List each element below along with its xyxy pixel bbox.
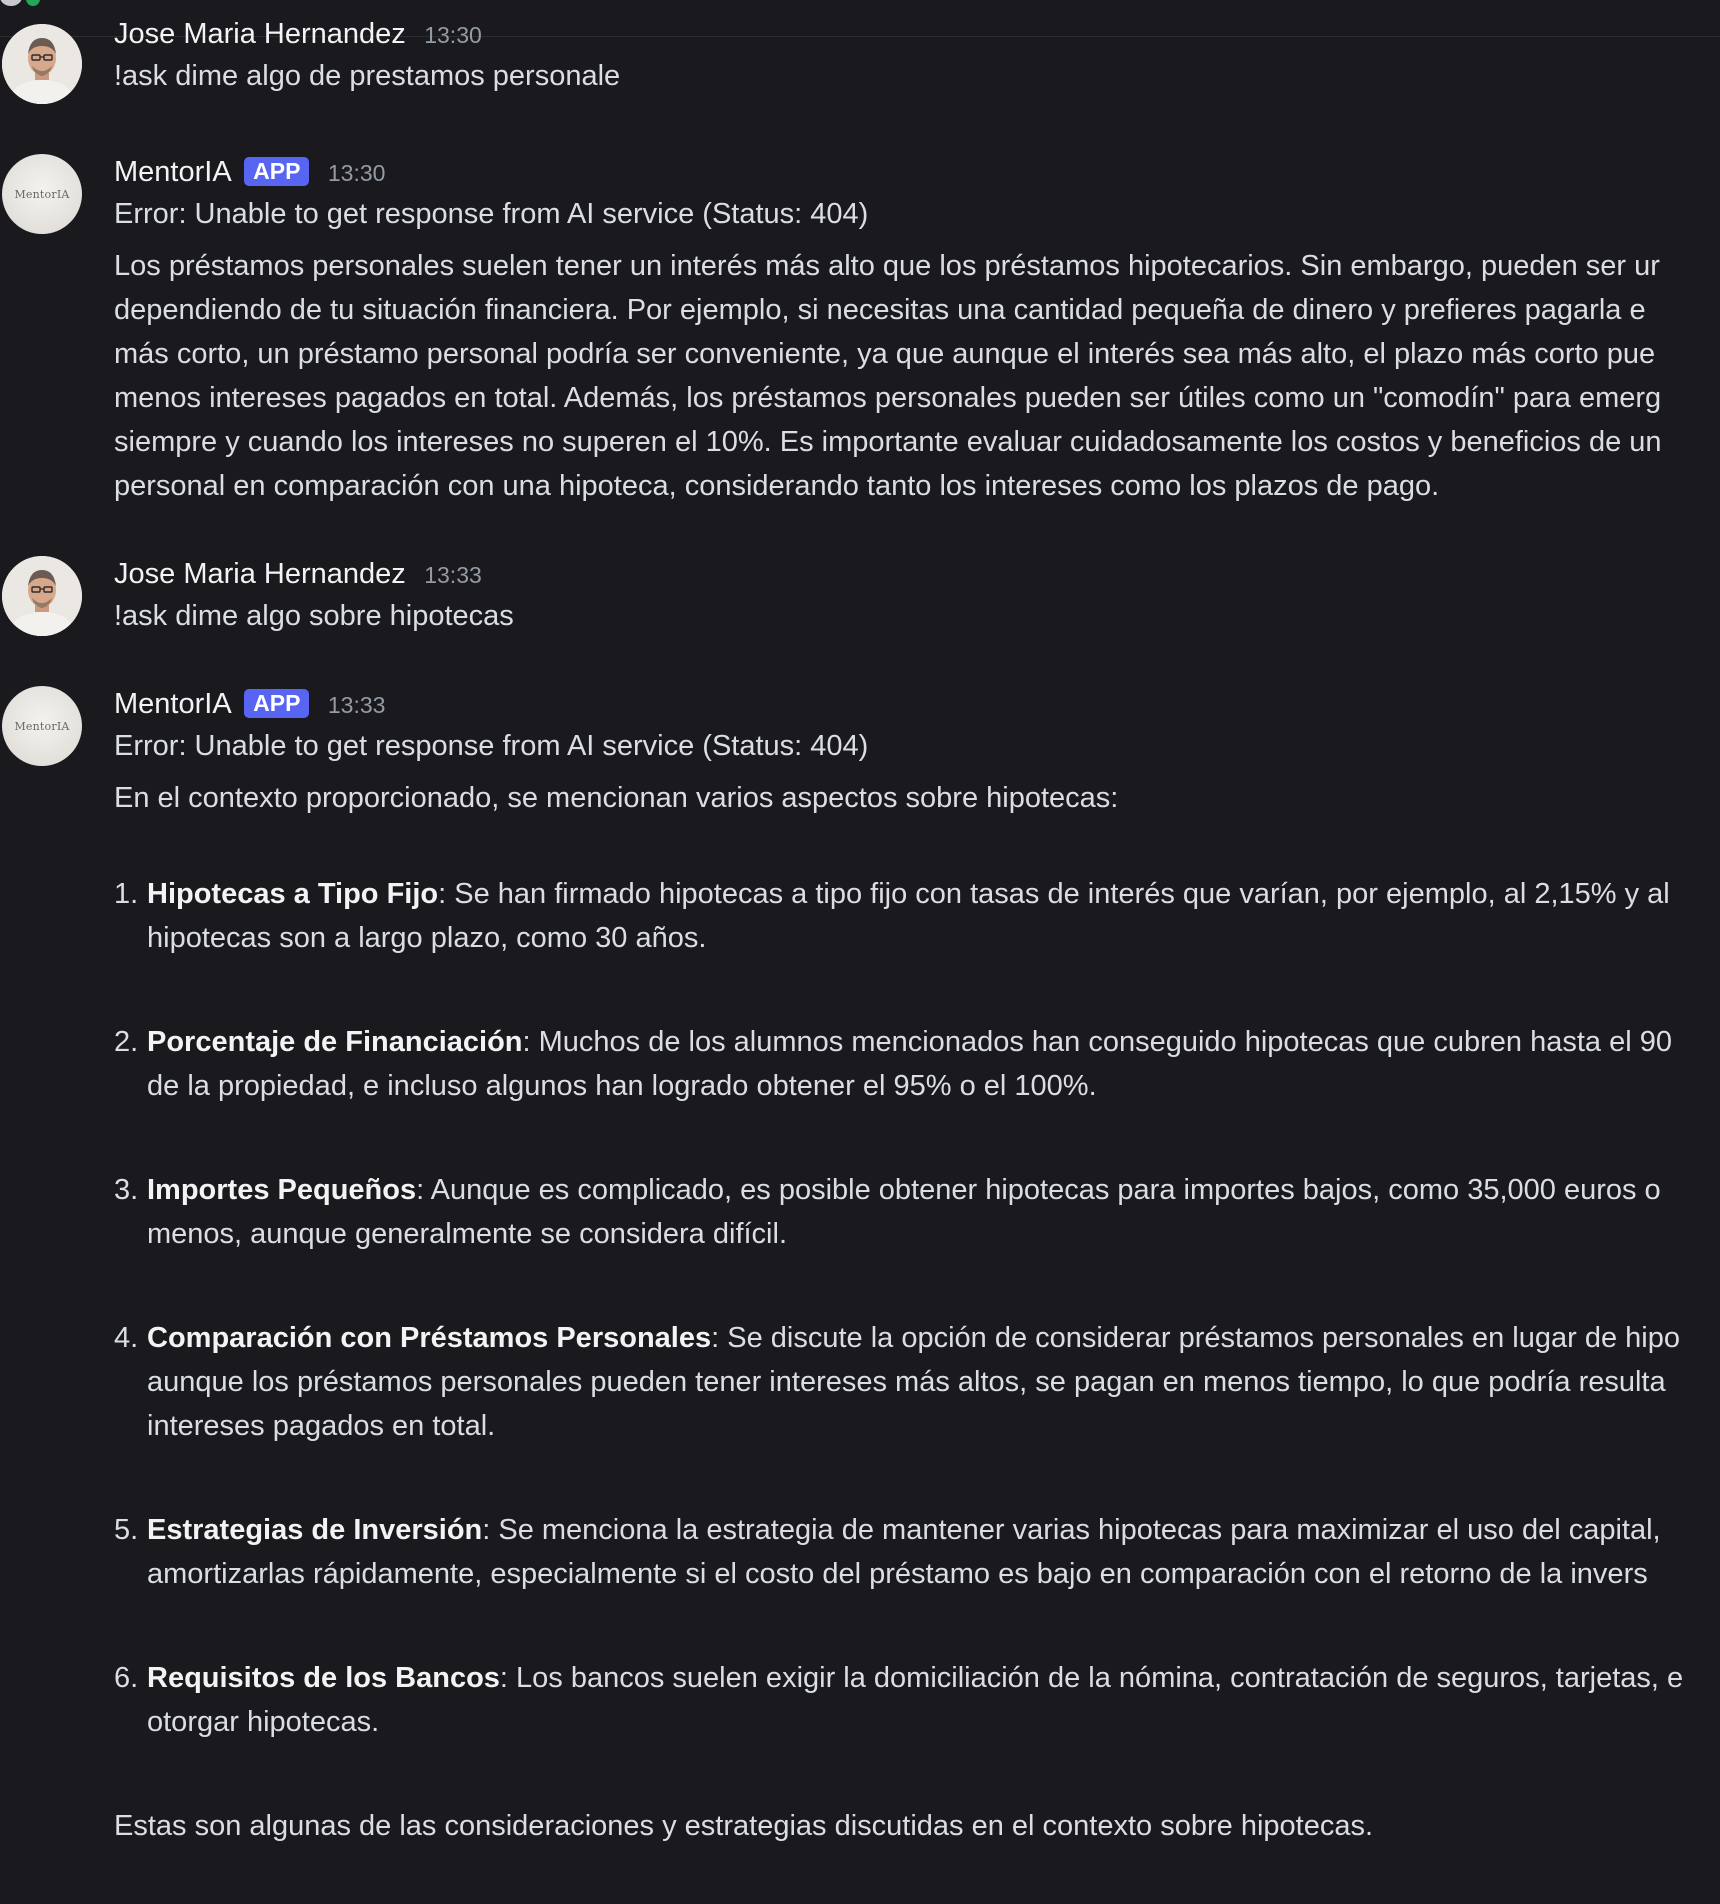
list-term: Porcentaje de Financiación [147,1026,523,1058]
list-number: 3. [114,1174,139,1206]
list-term: Requisitos de los Bancos [147,1662,500,1694]
paragraph-line: dependiendo de tu situación financiera. … [114,294,1646,326]
intro-line: En el contexto proporcionado, se mencion… [114,776,1720,820]
message-header: MentorIA APP 13:30 [114,152,1720,192]
mentoria-logo-icon: MentorIA [14,719,70,733]
list-term: Hipotecas a Tipo Fijo [147,878,439,910]
list-term: Estrategias de Inversión [147,1514,483,1546]
list-text: aunque los préstamos personales pueden t… [147,1366,1666,1398]
avatar-bot[interactable]: MentorIA [2,686,82,766]
error-line: Error: Unable to get response from AI se… [114,730,869,762]
paragraph-line: Los préstamos personales suelen tener un… [114,250,1660,282]
timestamp[interactable]: 13:33 [328,692,386,718]
list-term: Comparación con Préstamos Personales [147,1322,712,1354]
list-term: Importes Pequeños [147,1174,417,1206]
avatar-bot[interactable]: MentorIA [2,154,82,234]
user-avatar-icon [2,24,82,104]
author-name[interactable]: Jose Maria Hernandez [114,18,406,50]
message-header: Jose Maria Hernandez 13:30 [114,14,1720,54]
message-paragraph: Los préstamos personales suelen tener un… [114,244,1720,508]
list-text: hipotecas son a largo plazo, como 30 año… [147,922,707,954]
list-text: : Muchos de los alumnos mencionados han … [522,1026,1672,1058]
app-badge: APP [244,157,310,186]
list-text: : Se han firmado hipotecas a tipo fijo c… [438,878,1670,910]
paragraph-line: menos intereses pagados en total. Además… [114,382,1662,414]
list-number: 5. [114,1514,139,1546]
author-name[interactable]: Jose Maria Hernandez [114,558,406,590]
message-text: !ask dime algo de prestamos personale [114,60,621,92]
list-text: : Se menciona la estrategia de mantener … [482,1514,1661,1546]
error-line: Error: Unable to get response from AI se… [114,198,869,230]
author-name[interactable]: MentorIA [114,156,232,188]
mentoria-logo-icon: MentorIA [14,187,70,201]
paragraph-line: más corto, un préstamo personal podría s… [114,338,1656,370]
timestamp[interactable]: 13:30 [424,22,482,48]
list-text: : Aunque es complicado, es posible obten… [416,1174,1661,1206]
list-number: 2. [114,1026,139,1058]
list-number: 6. [114,1662,139,1694]
message-text: !ask dime algo sobre hipotecas [114,600,514,632]
list-text: : Los bancos suelen exigir la domiciliac… [499,1662,1684,1694]
closing-text: Estas son algunas de las consideraciones… [114,1810,1374,1842]
timestamp[interactable]: 13:33 [424,562,482,588]
message-header: MentorIA APP 13:33 [114,684,1720,724]
list-text: amortizarlas rápidamente, especialmente … [147,1558,1648,1590]
list-text: intereses pagados en total. [147,1410,496,1442]
list-number: 4. [114,1322,139,1354]
intro-text: En el contexto proporcionado, se mencion… [114,782,1119,814]
list-number: 1. [114,878,139,910]
message-header: Jose Maria Hernandez 13:33 [114,554,1720,594]
user-avatar-icon [2,556,82,636]
timestamp[interactable]: 13:30 [328,160,386,186]
message-list: Jose Maria Hernandez 13:30 !ask dime alg… [0,0,1720,1904]
paragraph-line: siempre y cuando los intereses no supere… [114,426,1662,458]
list-text: menos, aunque generalmente se considera … [147,1218,787,1250]
list-text: otorgar hipotecas. [147,1706,380,1738]
list-text: : Se discute la opción de considerar pré… [711,1322,1680,1354]
author-name[interactable]: MentorIA [114,688,232,720]
avatar-user[interactable] [2,556,82,636]
app-badge: APP [244,689,310,718]
avatar-user[interactable] [2,24,82,104]
list-text: de la propiedad, e incluso algunos han l… [147,1070,1097,1102]
paragraph-line: personal en comparación con una hipoteca… [114,470,1440,502]
